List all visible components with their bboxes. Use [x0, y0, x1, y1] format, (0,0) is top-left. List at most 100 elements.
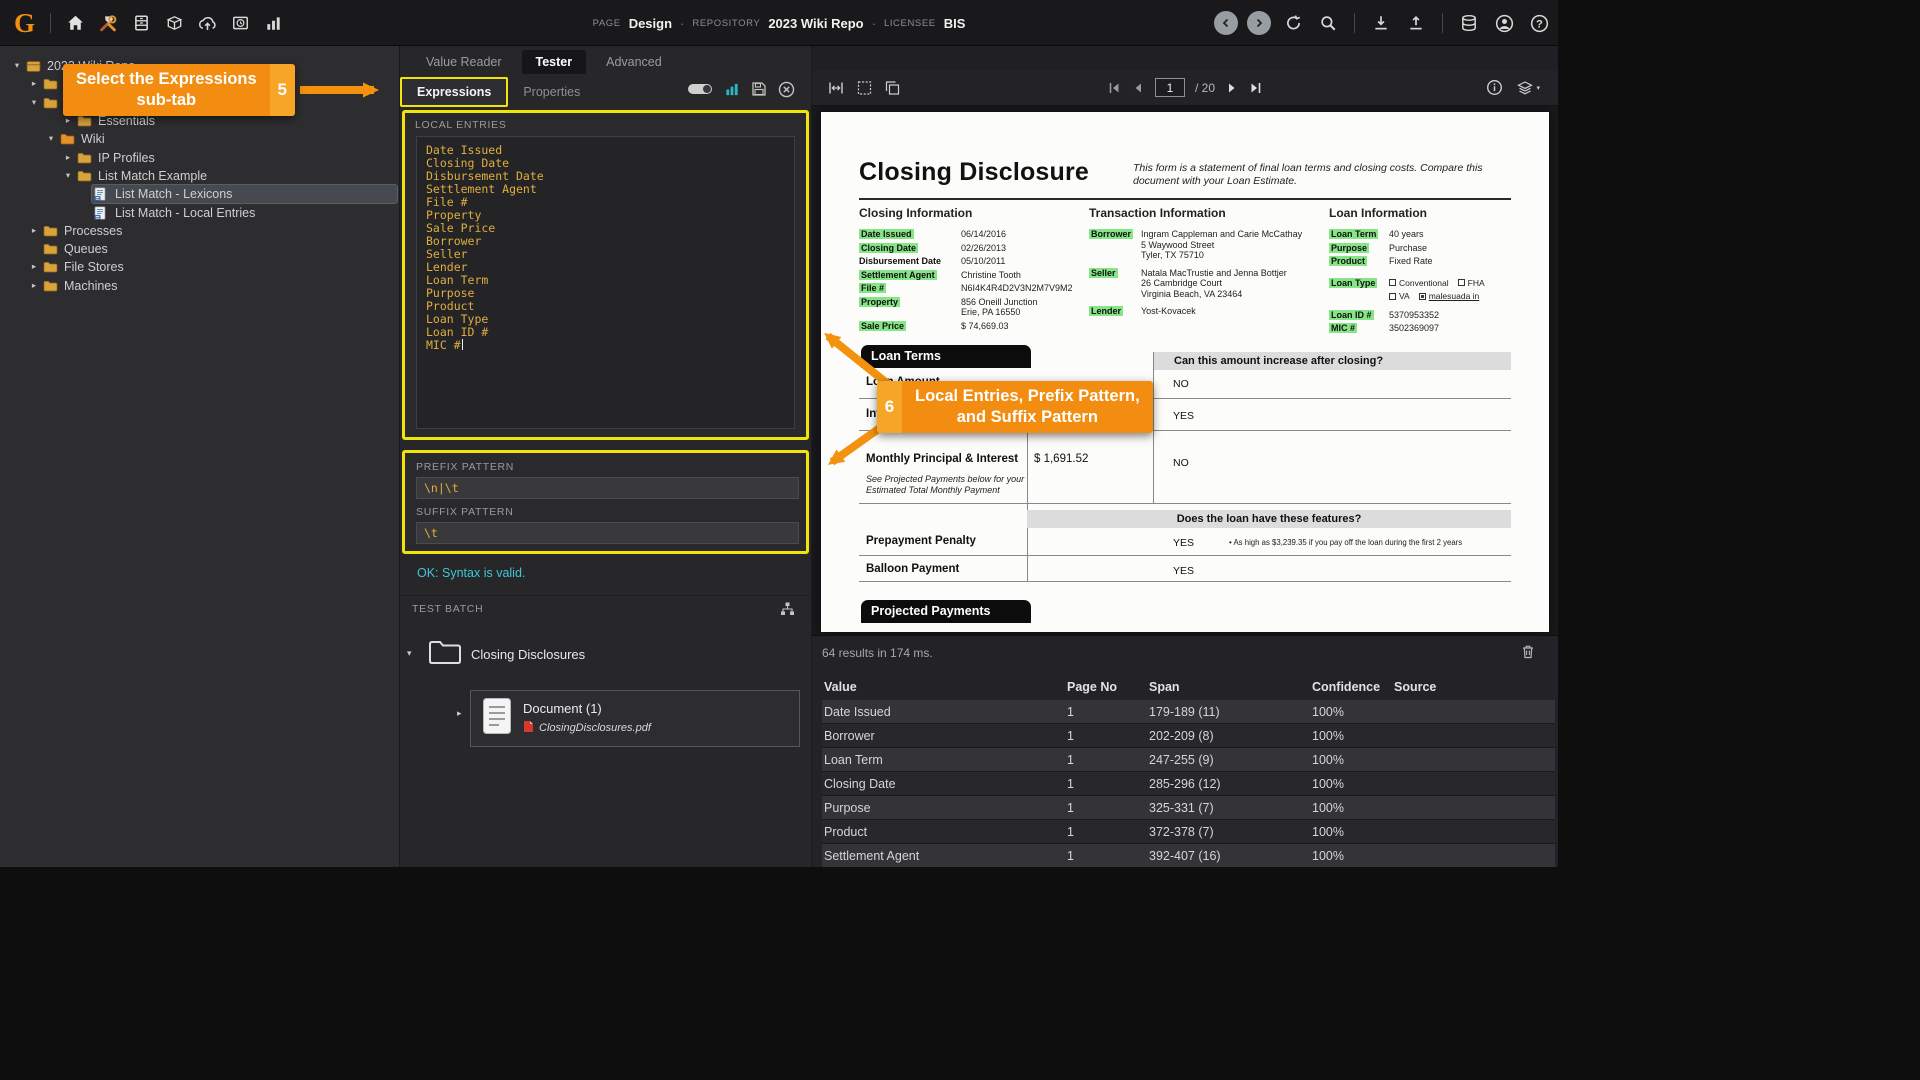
upload-icon[interactable] — [1403, 10, 1429, 36]
grooper-logo-icon[interactable]: G — [10, 3, 39, 43]
results-row[interactable]: Purpose1325-331 (7)100% — [822, 796, 1555, 820]
monthly-pi-answer: NO — [1173, 457, 1189, 469]
cloud-upload-icon[interactable] — [194, 10, 220, 36]
download-icon[interactable] — [1368, 10, 1394, 36]
prefix-pattern-input[interactable]: \n|\t — [416, 477, 799, 499]
tree-item-machines[interactable]: ▸Machines — [0, 277, 399, 295]
expander-right-icon[interactable]: ▸ — [61, 153, 75, 163]
field-row-borrower: BorrowerIngram Cappleman and Carie McCat… — [1089, 229, 1327, 261]
layers-icon[interactable]: ▾ — [1516, 80, 1540, 96]
results-cell: 1 — [1065, 801, 1147, 815]
subtab-properties[interactable]: Properties — [508, 79, 595, 105]
results-cell: Product — [822, 825, 1065, 839]
help-icon[interactable]: ? — [1526, 10, 1552, 36]
tab-tester[interactable]: Tester — [522, 50, 587, 74]
balloon-payment-label: Balloon Payment — [866, 563, 959, 575]
search-icon[interactable] — [1315, 10, 1341, 36]
grid-icon[interactable] — [856, 80, 873, 96]
results-cell: 1 — [1065, 753, 1147, 767]
home-icon[interactable] — [62, 10, 88, 36]
results-column-header: Source — [1392, 680, 1555, 694]
field-value: Fixed Rate — [1389, 256, 1433, 267]
repository-value[interactable]: 2023 Wiki Repo — [768, 16, 863, 31]
value-toggle-icon[interactable] — [687, 82, 713, 101]
package-icon[interactable] — [161, 10, 187, 36]
document-filename: ClosingDisclosures.pdf — [539, 722, 651, 734]
results-row[interactable]: Date Issued1179-189 (11)100% — [822, 700, 1555, 724]
expander-right-icon[interactable]: ▸ — [457, 709, 462, 719]
fit-width-icon[interactable] — [827, 80, 845, 96]
tree-item-list-match-example[interactable]: ▾List Match Example — [0, 167, 399, 185]
results-row[interactable]: Borrower1202-209 (8)100% — [822, 724, 1555, 748]
field-row-loan-id: Loan ID # 5370953352 — [1329, 310, 1521, 321]
field-label: Loan ID # — [1329, 310, 1374, 320]
database-icon[interactable] — [1456, 10, 1482, 36]
prefix-pattern-label: PREFIX PATTERN — [416, 461, 796, 473]
test-batch-folder[interactable]: ▾ Closing Disclosures — [407, 638, 585, 670]
results-cell: Settlement Agent — [822, 849, 1065, 863]
repository-label: REPOSITORY — [692, 18, 760, 29]
field-value: 5370953352 — [1389, 310, 1439, 321]
chart-icon[interactable] — [724, 82, 740, 102]
section-title: Closing Information — [859, 206, 1085, 220]
file-cabinet-icon[interactable] — [128, 10, 154, 36]
page-number-input[interactable] — [1155, 78, 1185, 97]
expander-down-icon[interactable]: ▾ — [27, 98, 41, 108]
document-card[interactable]: Document (1) ClosingDisclosures.pdf — [470, 690, 800, 747]
expander-right-icon[interactable]: ▸ — [27, 226, 41, 236]
copy-icon[interactable] — [884, 80, 901, 96]
expander-down-icon[interactable]: ▾ — [10, 61, 24, 71]
expander-right-icon[interactable]: ▸ — [27, 262, 41, 272]
tab-advanced[interactable]: Advanced — [592, 50, 676, 74]
expander-down-icon[interactable]: ▾ — [61, 171, 75, 181]
trash-icon[interactable] — [1520, 643, 1536, 660]
results-cell: 202-209 (8) — [1147, 729, 1310, 743]
user-icon[interactable] — [1491, 10, 1517, 36]
tree-item-queues[interactable]: Queues — [0, 240, 399, 258]
callout-number: 6 — [877, 381, 902, 433]
document-viewport[interactable]: Closing Disclosure This form is a statem… — [812, 106, 1558, 635]
next-page-button[interactable] — [1225, 81, 1239, 95]
divider — [1442, 13, 1443, 33]
close-icon[interactable] — [778, 81, 795, 103]
results-row[interactable]: Settlement Agent1392-407 (16)100% — [822, 844, 1555, 867]
page-value[interactable]: Design — [629, 16, 672, 31]
bar-chart-icon[interactable] — [260, 10, 286, 36]
sitemap-icon[interactable] — [779, 601, 796, 617]
first-page-button[interactable] — [1107, 81, 1121, 95]
prev-page-button[interactable] — [1131, 81, 1145, 95]
local-entries-editor[interactable]: Date IssuedClosing DateDisbursement Date… — [416, 136, 795, 429]
tree-item-processes[interactable]: ▸Processes — [0, 222, 399, 240]
expander-right-icon[interactable]: ▸ — [27, 79, 41, 89]
licensee-value[interactable]: BIS — [944, 16, 966, 31]
results-row[interactable]: Closing Date1285-296 (12)100% — [822, 772, 1555, 796]
forward-button[interactable] — [1247, 11, 1271, 35]
results-column-header: Confidence — [1310, 680, 1392, 694]
tree-item-wiki[interactable]: ▾Wiki — [0, 130, 399, 148]
save-icon[interactable] — [751, 81, 767, 102]
expander-down-icon[interactable]: ▾ — [44, 134, 58, 144]
expander-right-icon[interactable]: ▸ — [61, 116, 75, 126]
tree-item-file-stores[interactable]: ▸File Stores — [0, 258, 399, 276]
field-label: Disbursement Date — [859, 256, 941, 266]
loan-terms-header: Loan Terms — [861, 345, 1031, 368]
info-icon[interactable] — [1486, 79, 1503, 96]
results-row[interactable]: Product1372-378 (7)100% — [822, 820, 1555, 844]
subtab-expressions[interactable]: Expressions — [400, 77, 508, 107]
results-cell: 1 — [1065, 825, 1147, 839]
tree-item-list-match-lexicons[interactable]: List Match - Lexicons — [0, 185, 399, 203]
results-row[interactable]: Loan Term1247-255 (9)100% — [822, 748, 1555, 772]
batch-clock-icon[interactable] — [227, 10, 253, 36]
tab-value-reader[interactable]: Value Reader — [412, 50, 516, 74]
tree-item-list-match-local-entries[interactable]: List Match - Local Entries — [0, 203, 399, 221]
suffix-pattern-input[interactable]: \t — [416, 522, 799, 544]
last-page-button[interactable] — [1249, 81, 1263, 95]
expander-right-icon[interactable]: ▸ — [27, 281, 41, 291]
expander-down-icon[interactable]: ▾ — [407, 649, 419, 659]
panel-tabs: Value Reader Tester Advanced — [412, 50, 676, 74]
tools-icon[interactable] — [95, 10, 121, 36]
back-button[interactable] — [1214, 11, 1238, 35]
viewer-tools — [812, 80, 901, 96]
tree-item-ip-profiles[interactable]: ▸IP Profiles — [0, 148, 399, 166]
refresh-icon[interactable] — [1280, 10, 1306, 36]
